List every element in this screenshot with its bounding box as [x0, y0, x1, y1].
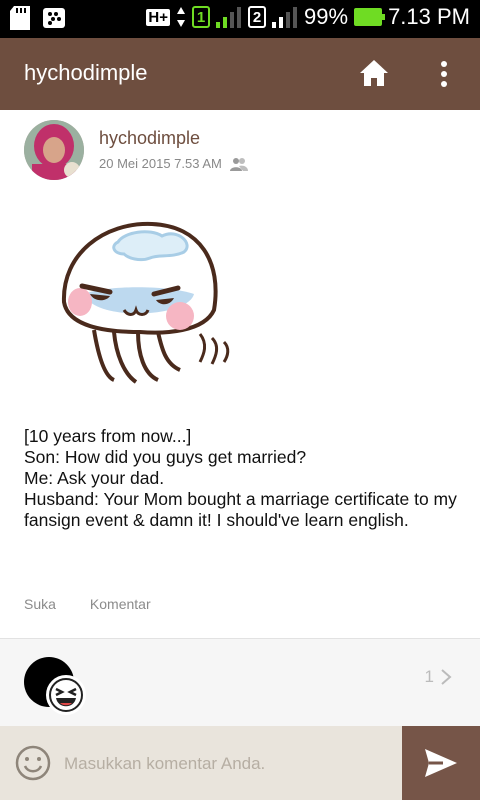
status-bar: H+ 1 2 99% 7.13 PM [0, 0, 480, 38]
sim1-badge: 1 [192, 6, 211, 28]
avatar-image [24, 120, 84, 180]
home-icon [360, 60, 388, 86]
post-header: hychodimple 20 Mei 2015 7.53 AM [0, 110, 480, 200]
post-actions: Suka Komentar [24, 596, 151, 612]
sd-card-icon [10, 6, 30, 30]
more-vertical-icon [441, 61, 447, 87]
clock: 7.13 PM [388, 4, 470, 29]
jellyfish-sticker [61, 221, 230, 384]
comments-preview[interactable]: 1 [0, 638, 480, 727]
comment-input-bar [0, 726, 480, 800]
sim2-badge: 2 [248, 6, 267, 28]
signal-sim1-icon [216, 7, 242, 28]
smiley-icon [15, 745, 51, 781]
send-icon [425, 749, 457, 777]
data-arrows-icon [177, 7, 186, 27]
post-datetime: 20 Mei 2015 7.53 AM [99, 156, 222, 171]
author-avatar[interactable] [24, 120, 84, 180]
page-title: hychodimple [24, 60, 148, 85]
app-bar: hychodimple [0, 38, 480, 110]
battery-percent: 99% [304, 4, 349, 29]
post-text: [10 years from now...] Son: How did you … [24, 426, 457, 530]
signal-sim2-icon [272, 7, 298, 28]
home-button[interactable] [354, 54, 394, 94]
system-status: H+ 1 2 99% 7.13 PM [146, 4, 470, 30]
more-options-button[interactable] [424, 54, 464, 94]
laughing-face-icon [49, 678, 83, 712]
like-button[interactable]: Suka [24, 596, 56, 612]
comment-input[interactable] [62, 746, 396, 782]
chevron-right-icon [441, 669, 452, 685]
comment-count-value: 1 [424, 667, 434, 686]
laughing-sticker-avatar [46, 675, 86, 715]
emoji-button[interactable] [14, 744, 52, 782]
friends-icon [229, 157, 248, 171]
battery-charging-icon [354, 8, 386, 26]
bbm-icon [43, 8, 65, 28]
post-meta: 20 Mei 2015 7.53 AM [99, 156, 248, 171]
comment-count[interactable]: 1 [425, 667, 452, 687]
send-button[interactable] [402, 726, 480, 800]
comment-button[interactable]: Komentar [90, 596, 151, 612]
post-sticker[interactable] [54, 214, 244, 394]
notification-icons [10, 6, 66, 30]
network-type: H+ [146, 8, 171, 26]
post-author[interactable]: hychodimple [99, 128, 200, 149]
